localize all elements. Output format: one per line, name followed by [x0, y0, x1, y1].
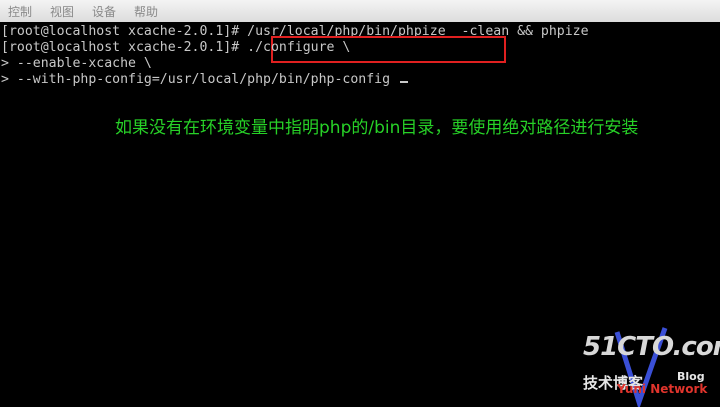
terminal-line-3: > --enable-xcache \: [1, 56, 152, 72]
command-text: --enable-xcache \: [16, 56, 152, 71]
menu-view[interactable]: 视图: [42, 3, 84, 20]
menu-bar: 控制 视图 设备 帮助: [0, 0, 720, 23]
menu-control[interactable]: 控制: [0, 3, 42, 20]
shell-prompt: [root@localhost xcache-2.0.1]#: [1, 24, 248, 39]
watermark-logo: 51CTO.com 技术博客 Blog Yuni Network: [575, 320, 720, 407]
continuation-prompt: >: [1, 72, 17, 87]
terminal-line-2: [root@localhost xcache-2.0.1]# ./configu…: [1, 40, 350, 56]
watermark-network: Yuni Network: [617, 382, 708, 396]
command-text: ./configure \: [247, 40, 351, 55]
continuation-prompt: >: [1, 56, 17, 71]
menu-help[interactable]: 帮助: [126, 3, 168, 20]
menu-devices[interactable]: 设备: [84, 3, 126, 20]
terminal-line-4: > --with-php-config=/usr/local/php/bin/p…: [1, 72, 408, 88]
command-text: --with-php-config=/usr/local/php/bin/php…: [16, 72, 398, 87]
watermark-site: 51CTO.com: [583, 332, 720, 362]
shell-prompt: [root@localhost xcache-2.0.1]#: [1, 40, 248, 55]
text-cursor: [400, 81, 408, 83]
annotation-text: 如果没有在环境变量中指明php的/bin目录，要使用绝对路径进行安装: [115, 118, 639, 138]
